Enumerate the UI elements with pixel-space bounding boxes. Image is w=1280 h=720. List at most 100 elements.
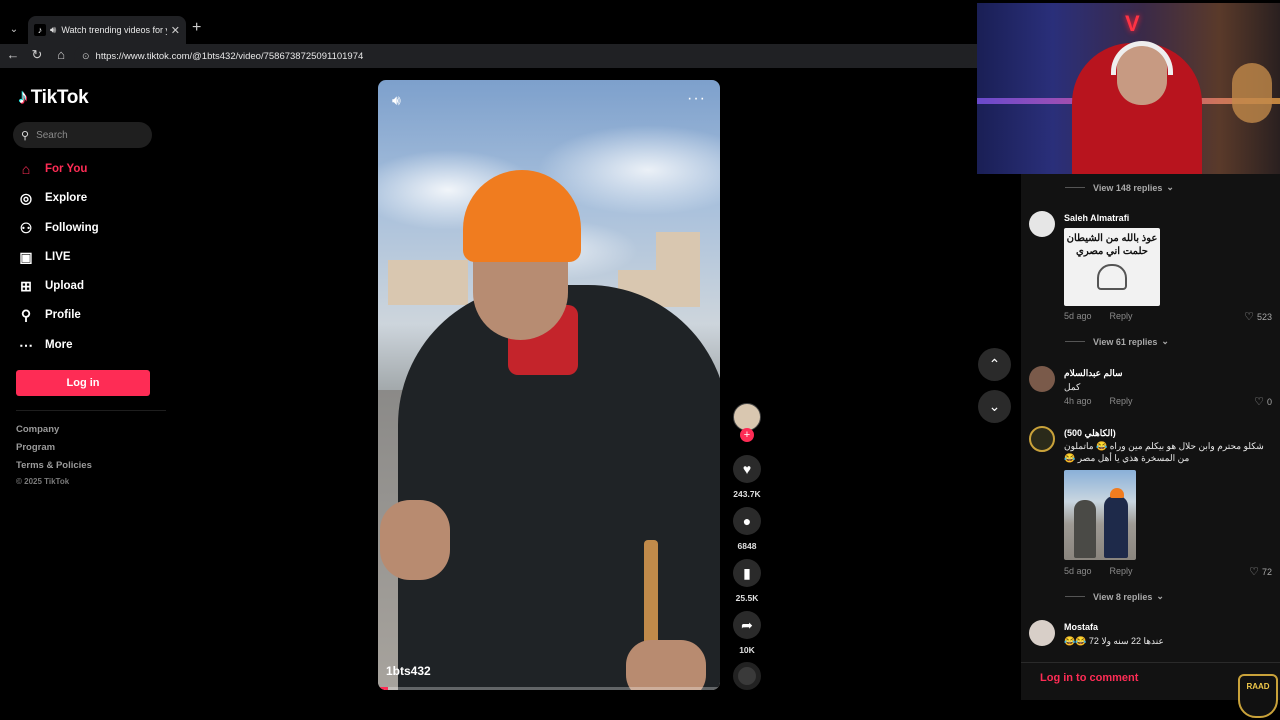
tab-audio-icon[interactable]: 🔊︎	[50, 25, 56, 36]
footer-company-link[interactable]: Company	[16, 424, 59, 435]
meme-line: حلمت اني مصري	[1076, 246, 1148, 257]
creator-avatar[interactable]	[733, 403, 761, 431]
comment-like-count: 72	[1261, 566, 1272, 577]
back-icon[interactable]: ←	[4, 47, 22, 62]
reply-button[interactable]: Reply	[1110, 311, 1133, 321]
home-browser-icon[interactable]: ⌂	[52, 47, 70, 62]
save-button[interactable]: ▮	[733, 559, 761, 587]
video-player[interactable]: 🔊︎ ··· 1bts432	[378, 80, 720, 690]
reply-button[interactable]: Reply	[1110, 396, 1133, 406]
nav-label: Upload	[45, 280, 84, 292]
view-replies-button[interactable]: View 61 replies ⌄	[1065, 336, 1169, 347]
neon-logo-icon: V	[1125, 11, 1140, 36]
comment-button[interactable]: ●	[733, 507, 761, 535]
comment-meta: 5d ago Reply	[1064, 311, 1133, 321]
follow-plus-icon[interactable]: +	[740, 428, 754, 442]
nav-label: For You	[45, 163, 88, 175]
commenter-avatar[interactable]	[1029, 426, 1055, 452]
sidebar-divider	[16, 410, 166, 411]
previous-video-button[interactable]: ⌃	[978, 348, 1011, 381]
comment-image[interactable]: عوذ بالله من الشيطان حلمت اني مصري	[1064, 228, 1160, 306]
photo-person	[1104, 496, 1128, 558]
share-arrow-icon: ➦	[741, 616, 753, 633]
nav-for-you[interactable]: ⌂ For You	[18, 159, 88, 179]
photo-hat	[1110, 488, 1124, 498]
view-replies-button[interactable]: View 8 replies ⌄	[1065, 591, 1164, 602]
nav-upload[interactable]: ⊞ Upload	[18, 276, 84, 296]
tab-search-icon[interactable]: ⌄	[5, 20, 23, 38]
user-plus-icon: ⚇	[19, 219, 33, 236]
nav-following[interactable]: ⚇ Following	[18, 218, 99, 238]
replies-line	[1065, 341, 1085, 342]
search-box[interactable]: ⚲	[13, 122, 152, 148]
search-input[interactable]	[36, 129, 137, 141]
comment-like-button[interactable]: ♡ 0	[1254, 395, 1272, 408]
new-tab-icon[interactable]: +	[192, 19, 201, 37]
nav-label: Following	[45, 222, 99, 234]
comment-count: 6848	[737, 541, 757, 551]
plus-square-icon: ⊞	[20, 277, 32, 294]
active-tab[interactable]: ♪ 🔊︎ Watch trending videos for yo ✕	[28, 16, 186, 44]
logo-text: TikTok	[30, 86, 89, 108]
commenter-name[interactable]: Mostafa	[1064, 622, 1098, 632]
save-count: 25.5K	[735, 593, 759, 603]
view-replies-button[interactable]: View 148 replies ⌄	[1065, 182, 1174, 193]
commenter-name[interactable]: سالم عبدالسلام	[1064, 368, 1123, 379]
reply-button[interactable]: Reply	[1110, 566, 1133, 576]
heart-outline-icon: ♡	[1254, 396, 1264, 408]
copyright-text: © 2025 TikTok	[16, 477, 70, 486]
tiktok-note-icon: ♪	[18, 86, 28, 108]
chevron-down-icon: ⌄	[988, 398, 1001, 414]
meme-image: عوذ بالله من الشيطان حلمت اني مصري	[1064, 228, 1160, 306]
chevron-down-icon: ⌄	[1156, 591, 1164, 601]
share-count: 10K	[739, 645, 755, 655]
commenter-avatar[interactable]	[1029, 211, 1055, 237]
music-disc-icon[interactable]	[733, 662, 761, 690]
nav-profile[interactable]: ⚲ Profile	[18, 305, 81, 325]
commenter-name[interactable]: (الكاهلي 500)	[1064, 428, 1116, 439]
like-count: 243.7K	[733, 489, 761, 499]
heart-icon: ♥	[742, 461, 752, 477]
tiktok-logo[interactable]: ♪ TikTok	[18, 86, 89, 109]
comment-image[interactable]	[1064, 470, 1136, 560]
comment-like-button[interactable]: ♡ 523	[1244, 310, 1272, 323]
video-author[interactable]: 1bts432	[386, 664, 431, 678]
nav-more[interactable]: ⋯ More	[18, 335, 72, 355]
nav-label: Explore	[45, 192, 88, 204]
address-bar[interactable]: ⊙ https://www.tiktok.com/@1bts432/video/…	[74, 46, 974, 66]
home-icon: ⌂	[21, 161, 31, 177]
live-tv-icon: ▣	[19, 248, 33, 265]
video-progress-fill	[378, 687, 389, 690]
next-video-button[interactable]: ⌄	[978, 390, 1011, 423]
comments-panel: View 148 replies ⌄ Saleh Almatrafi عوذ ب…	[1021, 174, 1280, 700]
ellipsis-icon: ⋯	[19, 336, 33, 353]
heart-outline-icon: ♡	[1249, 566, 1259, 578]
commenter-avatar[interactable]	[1029, 366, 1055, 392]
reload-icon[interactable]: ↻	[28, 47, 46, 63]
meme-figure	[1097, 264, 1127, 290]
meme-line: عوذ بالله من الشيطان	[1066, 233, 1158, 244]
comment-like-button[interactable]: ♡ 72	[1249, 565, 1272, 578]
commenter-name[interactable]: Saleh Almatrafi	[1064, 213, 1129, 223]
comment-time: 5d ago	[1064, 566, 1092, 576]
like-button[interactable]: ♥	[733, 455, 761, 483]
nav-label: More	[45, 339, 73, 351]
login-button[interactable]: Log in	[16, 370, 150, 396]
video-more-icon[interactable]: ···	[687, 90, 706, 108]
commenter-avatar[interactable]	[1029, 620, 1055, 646]
volume-icon[interactable]: 🔊︎	[392, 92, 401, 109]
share-button[interactable]: ➦	[733, 611, 761, 639]
site-info-icon[interactable]: ⊙	[82, 51, 90, 62]
webcam-overlay: V	[977, 3, 1280, 174]
video-progress-bar[interactable]	[378, 687, 720, 690]
video-building	[656, 232, 700, 307]
nav-label: Profile	[45, 309, 81, 321]
photo-person	[1074, 500, 1096, 558]
tab-close-icon[interactable]: ✕	[171, 24, 180, 37]
footer-terms-link[interactable]: Terms & Policies	[16, 460, 92, 471]
footer-program-link[interactable]: Program	[16, 442, 55, 453]
search-icon: ⚲	[21, 129, 30, 142]
nav-explore[interactable]: ◎ Explore	[18, 188, 87, 208]
nav-live[interactable]: ▣ LIVE	[18, 247, 70, 267]
chevron-down-icon: ⌄	[1166, 182, 1174, 192]
